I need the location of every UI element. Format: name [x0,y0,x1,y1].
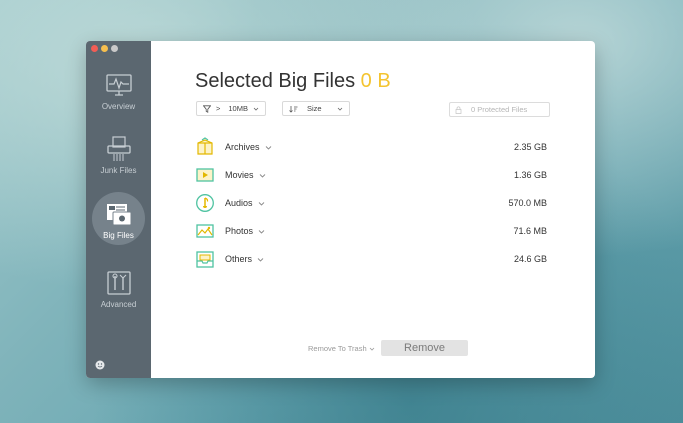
movie-icon [195,165,215,185]
sidebar-item-label: Advanced [100,300,137,309]
chevron-down-icon[interactable] [259,172,266,179]
zoom-window-button[interactable] [111,45,118,52]
category-label: Photos [225,226,254,236]
chevron-down-icon [253,107,259,111]
chevron-down-icon[interactable] [257,256,264,263]
monitor-pulse-icon [104,72,134,98]
sidebar-item-label: Big Files [103,231,134,240]
feedback-smiley-icon[interactable] [95,357,105,370]
sidebar-item-big-files[interactable]: Big Files [86,201,151,261]
remove-button[interactable]: Remove [381,340,468,356]
lock-icon [455,106,462,114]
sort-icon [289,105,298,113]
category-label: Audios [225,198,253,208]
inbox-tray-icon [195,249,215,269]
sidebar-item-advanced[interactable]: Advanced [86,270,151,330]
sidebar-item-overview[interactable]: Overview [86,72,151,132]
chevron-down-icon[interactable] [258,228,265,235]
chevron-down-icon[interactable] [265,144,272,151]
archive-box-icon [195,137,215,157]
category-row-archives[interactable]: Archives 2.35 GB [195,136,547,158]
category-size: 570.0 MB [508,198,547,208]
tools-icon [104,270,134,296]
big-files-icon [104,201,134,227]
remove-to-trash-label: Remove To Trash [308,344,367,353]
shredder-icon [104,136,134,162]
category-row-photos[interactable]: Photos 71.6 MB [195,220,547,242]
size-filter-value: 10MB [228,104,248,113]
category-size: 24.6 GB [513,254,547,264]
size-filter-prefix: > [216,104,221,113]
category-size: 2.35 GB [513,142,547,152]
category-row-movies[interactable]: Movies 1.36 GB [195,164,547,186]
page-title: Selected Big Files 0 B [195,70,391,93]
funnel-icon [203,104,211,113]
category-label: Movies [225,170,254,180]
category-row-others[interactable]: Others 24.6 GB [195,248,547,270]
sidebar-item-label: Overview [101,102,136,111]
chevron-down-icon [337,107,343,111]
audio-icon [195,193,215,213]
protected-files-label: 0 Protected Files [471,105,528,114]
category-row-audios[interactable]: Audios 570.0 MB [195,192,547,214]
sidebar: Overview Junk Files Big Files Advanced [86,41,151,378]
selected-size: 0 B [360,70,391,92]
chevron-down-icon [369,347,374,351]
window-controls [91,45,118,52]
category-size: 71.6 MB [513,226,547,236]
category-size: 1.36 GB [513,170,547,180]
sort-dropdown[interactable]: Size [282,101,350,116]
chevron-down-icon[interactable] [258,200,265,207]
sidebar-item-label: Junk Files [100,166,137,175]
protected-files-button[interactable]: 0 Protected Files [449,102,550,117]
photo-icon [195,221,215,241]
main-panel: Selected Big Files 0 B > 10MB Size 0 Pro… [151,41,595,378]
category-label: Archives [225,142,260,152]
minimize-window-button[interactable] [101,45,108,52]
sidebar-item-junk-files[interactable]: Junk Files [86,136,151,196]
remove-to-trash-dropdown[interactable]: Remove To Trash [308,344,375,353]
sort-value: Size [307,104,322,113]
category-label: Others [225,254,253,264]
close-window-button[interactable] [91,45,98,52]
app-window: Overview Junk Files Big Files Advanced S… [86,41,595,378]
page-title-text: Selected Big Files [195,70,356,92]
size-filter-dropdown[interactable]: > 10MB [196,101,266,116]
